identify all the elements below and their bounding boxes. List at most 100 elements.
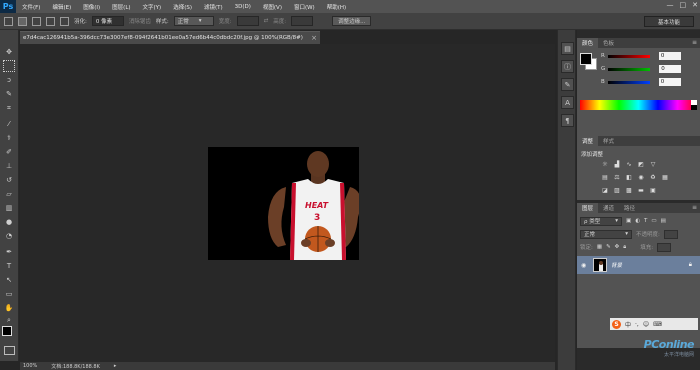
ime-punctuation[interactable]: ·, [635,321,639,328]
tab-color[interactable]: 颜色 [577,38,599,48]
filter-shape-icon[interactable]: ▭ [651,218,656,224]
filter-pixel-icon[interactable]: ▣ [626,218,631,224]
brush-panel-icon[interactable]: ✎ [561,78,574,91]
antialias-checkbox[interactable]: 消除锯齿 [129,17,151,25]
tab-swatches[interactable]: 色板 [598,38,619,48]
tab-styles[interactable]: 样式 [598,136,619,146]
document-tab[interactable]: e7d4cac126941b5a-396dcc73e3007ef8-094f26… [20,31,320,44]
menu-layer[interactable]: 图层(L) [106,3,136,11]
minimize-icon[interactable]: — [667,1,674,9]
crop-tool-icon[interactable]: ⌗ [3,102,15,114]
layer-name[interactable]: 背景 [611,261,622,269]
quick-mask-icon[interactable] [4,346,15,355]
lasso-tool-icon[interactable]: ↄ [3,74,15,86]
pen-tool-icon[interactable]: ✒ [3,246,15,258]
status-menu-icon[interactable]: ▸ [114,363,117,369]
zoom-tool-icon[interactable]: ⌕ [3,314,15,326]
close-icon[interactable]: ✕ [692,1,698,9]
healing-brush-tool-icon[interactable]: ⚕ [3,132,15,144]
brightness-contrast-icon[interactable]: ☼ [601,161,609,168]
red-slider[interactable] [607,54,650,58]
character-panel-icon[interactable]: A [561,96,574,109]
menu-select[interactable]: 选择(S) [167,3,198,11]
swap-icon[interactable]: ⇄ [264,18,269,24]
shape-tool-icon[interactable]: ▭ [3,288,15,300]
menu-window[interactable]: 窗口(W) [288,3,321,11]
ime-keyboard-icon[interactable]: ⌨ [653,321,662,328]
menu-image[interactable]: 图像(I) [77,3,106,11]
clone-stamp-tool-icon[interactable]: ⊥ [3,160,15,172]
eraser-tool-icon[interactable]: ▱ [3,188,15,200]
menu-filter[interactable]: 滤镜(T) [198,3,229,11]
panel-menu-icon[interactable]: ≡ [692,39,697,46]
green-value[interactable]: 0 [659,65,682,73]
ime-language[interactable]: 中 [625,320,631,329]
menu-type[interactable]: 文字(Y) [137,3,168,11]
vibrance-icon[interactable]: ▽ [649,161,657,168]
eyedropper-tool-icon[interactable]: ⁄ [3,118,15,130]
tab-paths[interactable]: 路径 [619,203,640,213]
green-slider[interactable] [608,67,651,71]
menu-view[interactable]: 视图(V) [257,3,288,11]
threshold-icon[interactable]: ▩ [625,187,633,194]
color-spectrum-ramp[interactable] [580,100,697,110]
feather-input[interactable]: 0 像素 [91,16,124,26]
tab-adjustments[interactable]: 调整 [577,136,599,146]
layer-filter-select[interactable]: ρ 类型 ▾ [580,216,622,226]
zoom-level[interactable]: 100% [23,363,37,369]
paragraph-panel-icon[interactable]: ¶ [561,114,574,127]
blue-slider[interactable] [607,80,650,84]
color-balance-icon[interactable]: ⚖ [613,174,621,181]
filter-adjustment-icon[interactable]: ◐ [635,218,640,224]
tab-channels[interactable]: 通道 [598,203,619,213]
menu-3d[interactable]: 3D(D) [229,4,257,10]
opacity-input[interactable] [663,229,678,239]
width-input[interactable] [236,16,259,26]
document-image[interactable]: HEAT 3 [208,147,359,260]
foreground-color-swatch[interactable] [580,53,592,65]
height-input[interactable] [291,16,314,26]
lock-all-icon[interactable]: 🔒︎ [623,244,626,251]
history-brush-tool-icon[interactable]: ↺ [3,174,15,186]
invert-icon[interactable]: ◪ [601,187,609,194]
style-select[interactable]: 正常 ▾ [173,16,214,26]
menu-file[interactable]: 文件(F) [16,3,46,11]
sogou-logo[interactable]: S [612,319,621,329]
menu-help[interactable]: 帮助(H) [321,3,352,11]
gradient-tool-icon[interactable]: ▥ [3,202,15,214]
type-tool-icon[interactable]: T [3,260,15,272]
history-panel-icon[interactable]: ▤ [561,42,574,55]
canvas-area[interactable]: HEAT 3 [20,44,555,362]
layer-row-background[interactable]: ◉ 背景 🔒︎ [577,256,700,274]
levels-icon[interactable]: ▟ [613,161,621,168]
marquee-tool-icon[interactable] [3,60,15,72]
menu-edit[interactable]: 编辑(E) [46,3,77,11]
refine-edge-button[interactable]: 调整边缘... [332,16,372,26]
curves-icon[interactable]: ∿ [625,161,633,168]
filter-smart-icon[interactable]: ▤ [661,218,666,224]
channel-mixer-icon[interactable]: ♻ [649,174,657,181]
lock-image-icon[interactable]: ✎ [606,244,611,250]
path-select-tool-icon[interactable]: ↖ [3,274,15,286]
subtract-selection-icon[interactable] [46,16,55,26]
blur-tool-icon[interactable]: ● [3,216,15,228]
gradient-map-icon[interactable]: ▬ [637,187,645,194]
lock-transparent-icon[interactable]: ▦ [597,244,602,250]
posterize-icon[interactable]: ▨ [613,187,621,194]
properties-panel-icon[interactable]: ⓘ [561,60,574,73]
ime-emoji-icon[interactable]: ☺ [643,321,649,328]
new-selection-icon[interactable] [18,16,27,26]
eye-icon[interactable]: ◉ [581,262,589,269]
hand-tool-icon[interactable]: ✋ [3,302,15,314]
marquee-tool-preset-icon[interactable] [4,16,13,26]
workspace-select[interactable]: 基本功能 [644,16,694,27]
tab-layers[interactable]: 图层 [577,203,599,213]
maximize-icon[interactable]: □ [680,1,687,9]
intersect-selection-icon[interactable] [60,16,69,26]
brush-tool-icon[interactable]: ✐ [3,146,15,158]
blue-value[interactable]: 0 [658,78,681,86]
panel-menu-icon[interactable]: ≡ [692,204,697,211]
blend-mode-select[interactable]: 正常 ▾ [580,229,632,239]
add-selection-icon[interactable] [32,16,41,26]
foreground-color-swatch[interactable] [2,326,12,336]
